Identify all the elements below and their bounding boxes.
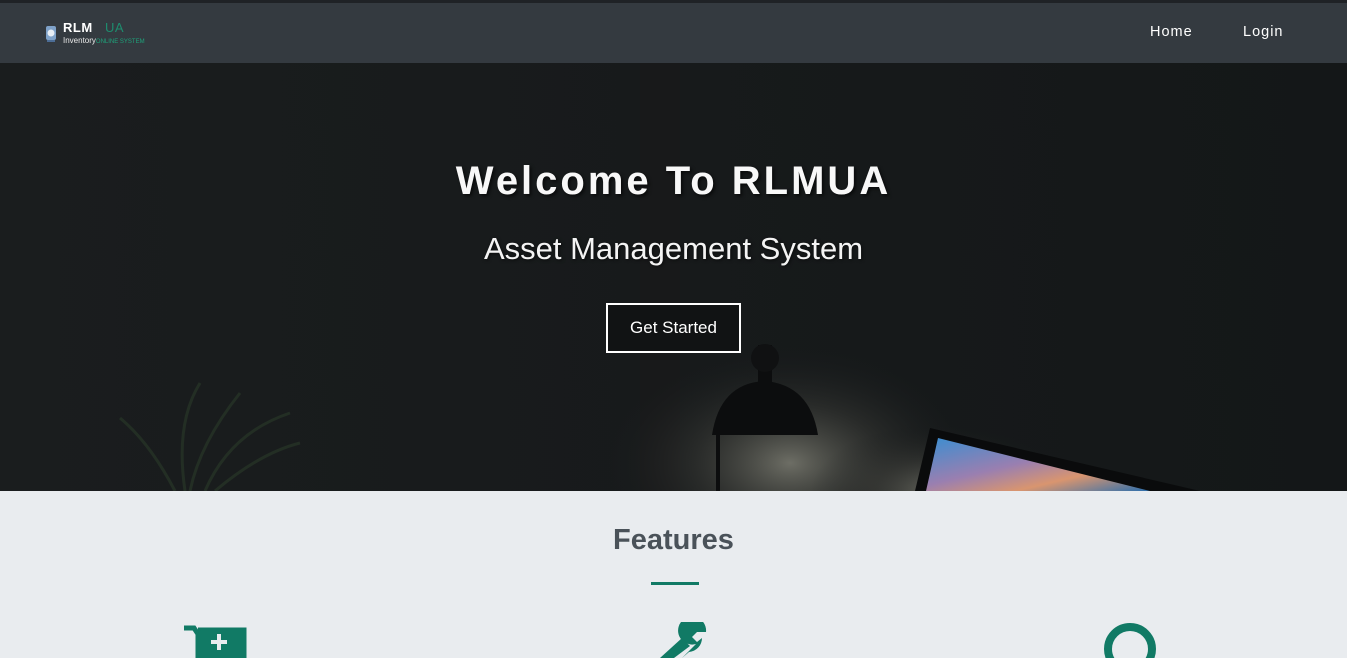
logo-subtitle-accent: ONLINE SYSTEM: [95, 39, 145, 45]
nav-link-login[interactable]: Login: [1243, 24, 1283, 40]
cart-plus-icon: [184, 625, 247, 658]
search-icon: [1104, 623, 1156, 658]
logo-brand-accent: UA: [105, 20, 125, 35]
wrench-icon: [660, 622, 707, 658]
hero-subtitle: Asset Management System: [483, 231, 864, 266]
nav-link-home[interactable]: Home: [1150, 24, 1193, 40]
features-divider: [651, 582, 699, 585]
navbar: RLM UA InventoryONLINE SYSTEM Home Login: [0, 3, 1347, 63]
logo-subtitle-text: Inventory: [63, 36, 96, 45]
features-title: Features: [613, 524, 734, 556]
hero-background-image: [0, 63, 1347, 491]
logo-mark-icon: [46, 26, 56, 42]
get-started-button[interactable]: Get Started: [606, 303, 741, 353]
hero-title: Welcome To RLMUA: [455, 159, 892, 203]
logo-subtitle: InventoryONLINE SYSTEM: [63, 36, 145, 47]
hero-section: Welcome To RLMUA Asset Management System…: [0, 63, 1347, 491]
brand-logo[interactable]: RLM UA InventoryONLINE SYSTEM: [44, 20, 145, 49]
logo-brand-main: RLM: [63, 20, 93, 35]
